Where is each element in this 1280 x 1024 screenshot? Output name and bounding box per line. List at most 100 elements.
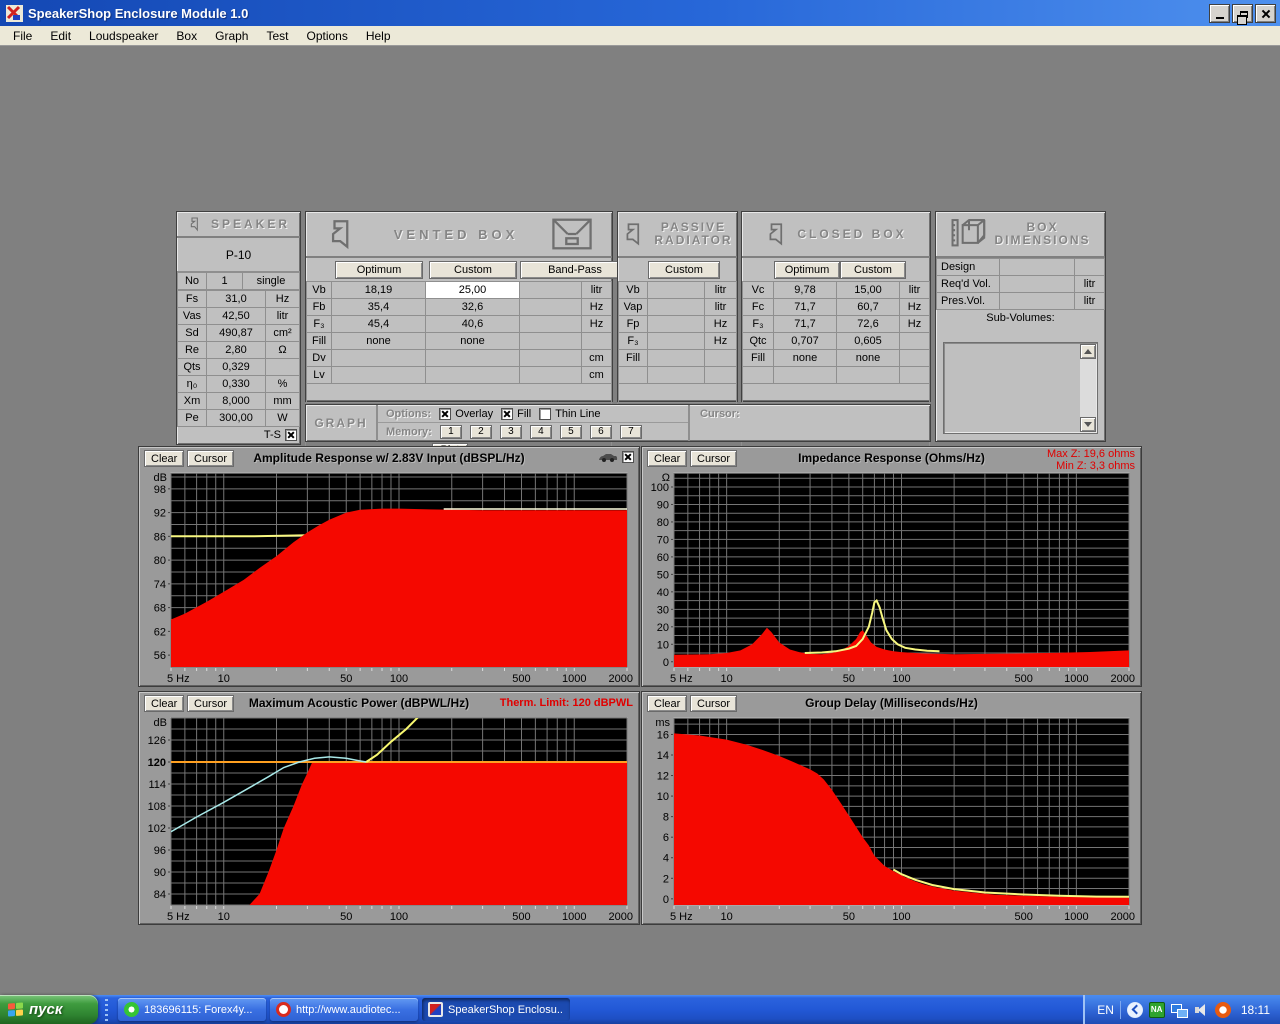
- memory-button-3[interactable]: 3: [500, 425, 522, 439]
- taskbar-task-speakershop[interactable]: SpeakerShop Enclosu...: [422, 998, 570, 1021]
- optimum-cell[interactable]: [331, 367, 426, 384]
- optimum-cell[interactable]: 71,7: [773, 316, 837, 333]
- driver-name[interactable]: P-10: [177, 238, 300, 272]
- memory-button-5[interactable]: 5: [560, 425, 582, 439]
- value-cell[interactable]: 31,0: [206, 291, 266, 308]
- custom-cell[interactable]: none: [836, 350, 900, 367]
- custom-cell[interactable]: 40,6: [425, 316, 520, 333]
- value-cell[interactable]: 42,50: [206, 308, 266, 325]
- bandpass-cell[interactable]: [519, 299, 582, 316]
- custom-cell[interactable]: 32,6: [425, 299, 520, 316]
- custom-cell[interactable]: [425, 350, 520, 367]
- value-cell[interactable]: [647, 316, 705, 333]
- optimum-cell[interactable]: 0,707: [773, 333, 837, 350]
- minimize-button[interactable]: [1209, 4, 1230, 23]
- fill-option[interactable]: Fill: [501, 408, 531, 420]
- menu-test[interactable]: Test: [257, 28, 297, 44]
- value-cell[interactable]: 2,80: [206, 342, 266, 359]
- opera-tray-icon[interactable]: [1215, 1002, 1231, 1018]
- thin-line-checkbox[interactable]: [539, 408, 551, 420]
- value-cell[interactable]: 8,000: [206, 393, 266, 410]
- value-cell[interactable]: [999, 276, 1075, 293]
- custom-cell[interactable]: 72,6: [836, 316, 900, 333]
- custom-cell[interactable]: [425, 367, 520, 384]
- bandpass-cell[interactable]: [519, 333, 582, 350]
- bandpass-cell[interactable]: [519, 367, 582, 384]
- optimum-cell[interactable]: 9,78: [773, 282, 837, 299]
- clear-button[interactable]: Clear: [647, 695, 687, 712]
- start-button[interactable]: пуск: [0, 995, 98, 1024]
- network-icon[interactable]: [1171, 1002, 1187, 1018]
- clear-button[interactable]: Clear: [144, 450, 184, 467]
- menu-file[interactable]: File: [4, 28, 41, 44]
- no-value[interactable]: 1: [206, 273, 243, 290]
- value-cell[interactable]: 0,329: [206, 359, 266, 376]
- cursor-button[interactable]: Cursor: [187, 450, 234, 467]
- optimum-cell[interactable]: 18,19: [331, 282, 426, 299]
- value-cell[interactable]: 490,87: [206, 325, 266, 342]
- value-cell[interactable]: 300,00: [206, 410, 266, 427]
- close-button[interactable]: [1255, 4, 1276, 23]
- value-cell[interactable]: 0,330: [206, 376, 266, 393]
- vented-bandpass-button[interactable]: Band-Pass: [520, 261, 630, 279]
- group-delay-chart[interactable]: ms16141210864205 Hz105010050010002000: [644, 714, 1139, 922]
- cursor-button[interactable]: Cursor: [690, 450, 737, 467]
- power-chart[interactable]: dB1261201141081029690845 Hz1050100500100…: [141, 714, 637, 922]
- menu-options[interactable]: Options: [297, 28, 356, 44]
- custom-cell[interactable]: 60,7: [836, 299, 900, 316]
- menu-graph[interactable]: Graph: [206, 28, 257, 44]
- ts-checkbox[interactable]: [285, 429, 297, 441]
- language-indicator[interactable]: EN: [1097, 1003, 1114, 1017]
- optimum-cell[interactable]: none: [773, 350, 837, 367]
- memory-button-6[interactable]: 6: [590, 425, 612, 439]
- taskbar-task-icq[interactable]: 183696115: Forex4y...: [118, 998, 266, 1021]
- custom-cell[interactable]: 15,00: [836, 282, 900, 299]
- value-cell[interactable]: [647, 367, 705, 384]
- cursor-button[interactable]: Cursor: [187, 695, 234, 712]
- optimum-cell[interactable]: [331, 350, 426, 367]
- value-cell[interactable]: [647, 350, 705, 367]
- mode-value[interactable]: single: [242, 273, 300, 290]
- vented-custom-button[interactable]: Custom: [429, 261, 517, 279]
- memory-button-4[interactable]: 4: [530, 425, 552, 439]
- restore-button[interactable]: [1232, 4, 1253, 23]
- custom-cell[interactable]: [836, 367, 900, 384]
- hide-icons-chevron-icon[interactable]: [1127, 1002, 1143, 1018]
- sub-volumes-listbox[interactable]: [943, 342, 1098, 434]
- optimum-cell[interactable]: 35,4: [331, 299, 426, 316]
- custom-cell[interactable]: none: [425, 333, 520, 350]
- memory-button-7[interactable]: 7: [620, 425, 642, 439]
- vented-optimum-button[interactable]: Optimum: [335, 261, 423, 279]
- scroll-down-button[interactable]: [1080, 417, 1096, 432]
- quick-launch-grip[interactable]: [102, 999, 114, 1021]
- value-cell[interactable]: [647, 299, 705, 316]
- memory-button-1[interactable]: 1: [440, 425, 462, 439]
- value-cell[interactable]: [999, 259, 1075, 276]
- optimum-cell[interactable]: [773, 367, 837, 384]
- taskbar-clock[interactable]: 18:11: [1241, 1003, 1270, 1017]
- menu-help[interactable]: Help: [357, 28, 400, 44]
- custom-cell[interactable]: 25,00: [425, 282, 520, 299]
- closed-custom-button[interactable]: Custom: [840, 261, 906, 279]
- value-cell[interactable]: [999, 293, 1075, 310]
- volume-icon[interactable]: [1193, 1002, 1209, 1018]
- show-plot-checkbox[interactable]: [622, 451, 634, 463]
- antivirus-icon[interactable]: [1149, 1002, 1165, 1018]
- value-cell[interactable]: [647, 333, 705, 350]
- optimum-cell[interactable]: 71,7: [773, 299, 837, 316]
- bandpass-cell[interactable]: [519, 316, 582, 333]
- optimum-cell[interactable]: 45,4: [331, 316, 426, 333]
- menu-box[interactable]: Box: [167, 28, 206, 44]
- custom-cell[interactable]: 0,605: [836, 333, 900, 350]
- bandpass-cell[interactable]: [519, 350, 582, 367]
- taskbar-task-opera[interactable]: http://www.audiotec...: [270, 998, 418, 1021]
- amplitude-chart[interactable]: dB98928680746862565 Hz105010050010002000: [141, 469, 637, 684]
- menu-loudspeaker[interactable]: Loudspeaker: [80, 28, 167, 44]
- scroll-up-button[interactable]: [1080, 344, 1096, 359]
- cursor-button[interactable]: Cursor: [690, 695, 737, 712]
- passive-custom-button[interactable]: Custom: [648, 261, 720, 279]
- thin-line-option[interactable]: Thin Line: [539, 408, 600, 420]
- clear-button[interactable]: Clear: [647, 450, 687, 467]
- optimum-cell[interactable]: none: [331, 333, 426, 350]
- overlay-checkbox[interactable]: [439, 408, 451, 420]
